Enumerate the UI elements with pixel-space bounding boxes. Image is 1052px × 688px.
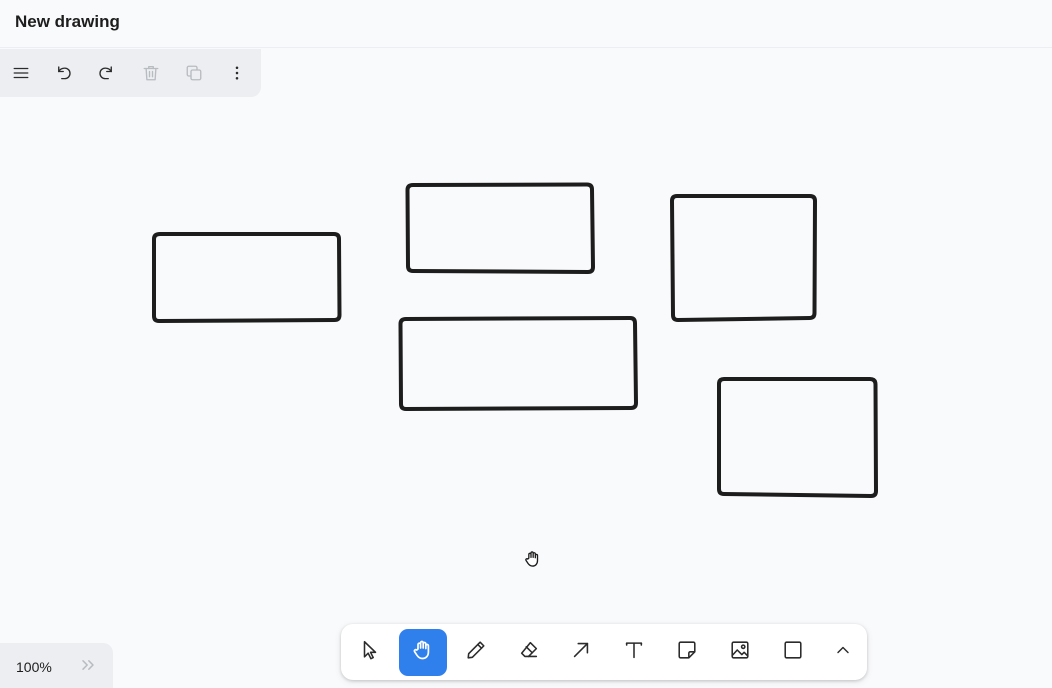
canvas-svg [152, 182, 878, 498]
tool-media[interactable] [716, 629, 764, 676]
redo-icon [97, 64, 115, 82]
tool-more[interactable] [819, 629, 867, 676]
hand-cursor-icon [523, 549, 543, 569]
tool-rectangle[interactable] [769, 629, 817, 676]
image-icon [729, 639, 751, 666]
redo-button[interactable] [88, 55, 124, 91]
undo-icon [55, 64, 73, 82]
delete-button[interactable] [133, 55, 169, 91]
rectangle-shape-2[interactable] [405, 182, 595, 274]
drawing-canvas[interactable] [0, 49, 1052, 688]
text-icon [623, 639, 645, 666]
zoom-level-button[interactable]: 100% [16, 659, 52, 675]
rectangle-shape-1[interactable] [152, 232, 342, 323]
menu-button[interactable] [3, 55, 39, 91]
tool-eraser[interactable] [505, 629, 553, 676]
tools-toolbar [341, 624, 867, 680]
rectangle-shape-5[interactable] [717, 377, 878, 498]
rectangle-icon [782, 639, 804, 666]
title-bar: New drawing [0, 0, 1052, 48]
pencil-icon [465, 639, 487, 666]
chevron-up-icon [833, 640, 853, 665]
tool-note[interactable] [663, 629, 711, 676]
chevrons-right-icon [78, 660, 98, 679]
tool-draw[interactable] [452, 629, 500, 676]
tool-select[interactable] [346, 629, 394, 676]
tool-hand[interactable] [399, 629, 447, 676]
eraser-icon [518, 639, 540, 666]
more-options-button[interactable] [219, 55, 255, 91]
drawing-app: New drawing 100% [0, 0, 1052, 688]
duplicate-icon [185, 64, 203, 82]
rectangle-shape-4[interactable] [398, 316, 638, 411]
sticky-note-icon [676, 639, 698, 666]
zoom-panel: 100% [0, 643, 113, 688]
trash-icon [142, 64, 160, 82]
document-title[interactable]: New drawing [15, 12, 120, 32]
pointer-icon [359, 639, 381, 666]
main-toolbar [0, 49, 261, 97]
rectangle-shape-3[interactable] [670, 194, 817, 322]
arrow-icon [570, 639, 592, 666]
duplicate-button[interactable] [176, 55, 212, 91]
hand-icon [411, 638, 435, 667]
more-vertical-icon [228, 64, 246, 82]
undo-button[interactable] [46, 55, 82, 91]
tool-arrow[interactable] [557, 629, 605, 676]
menu-icon [12, 64, 30, 82]
tool-text[interactable] [610, 629, 658, 676]
expand-panel-button[interactable] [78, 655, 98, 675]
